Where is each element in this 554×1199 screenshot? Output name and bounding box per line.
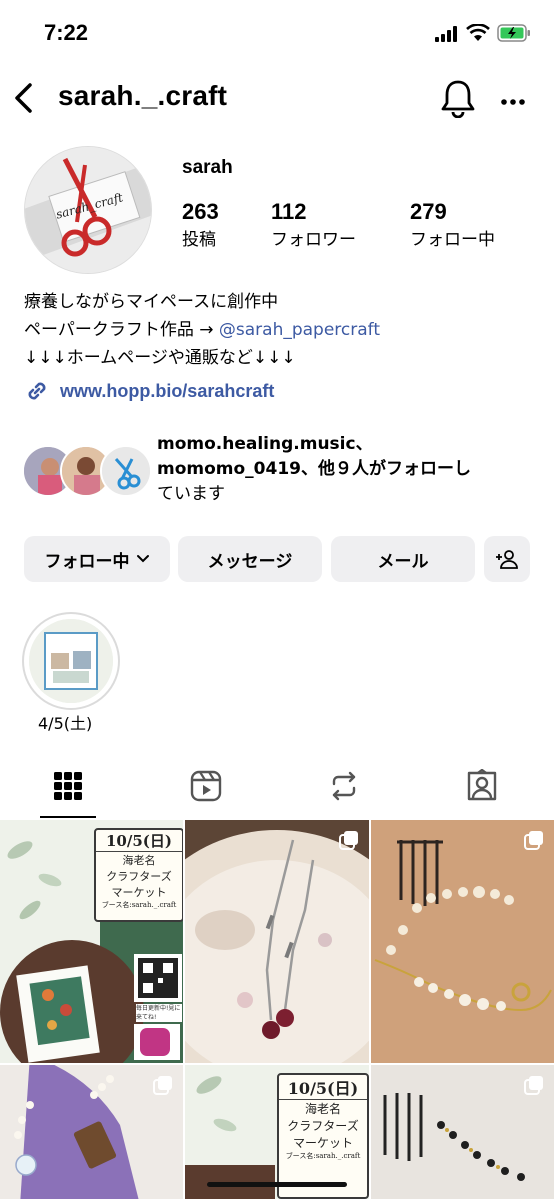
event-name-2: マーケット — [111, 886, 167, 899]
stat-following[interactable]: 279 フォロー中 — [410, 199, 495, 250]
highlight-cover — [29, 619, 113, 703]
highlight-label: 4/5(土) — [38, 714, 93, 733]
mutual-line-2: momomo_0419、他９人がフォローし — [157, 459, 471, 479]
post-thumbnail-event-flyer-2[interactable]: 10/5(日) 海老名 クラフターズ マーケット ブース名:sarah._.cr… — [185, 1065, 369, 1199]
battery-icon — [497, 24, 531, 46]
event-booth: ブース名:sarah._.craft — [101, 901, 177, 909]
signal-icon — [435, 26, 459, 46]
message-button-label: メッセージ — [207, 551, 293, 572]
stat-followers-label: フォロワー — [271, 230, 356, 250]
tab-tagged[interactable] — [462, 766, 502, 806]
reels-icon — [190, 770, 222, 802]
repost-icon — [332, 771, 356, 801]
event-date: 10/5(日) — [96, 830, 182, 852]
event-name-1: クラフターズ — [106, 870, 172, 883]
event-name-1: クラフターズ — [287, 1119, 359, 1133]
multiple-posts-icon — [524, 831, 543, 850]
event-date: 10/5(日) — [279, 1075, 367, 1100]
mail-button[interactable]: メール — [331, 536, 475, 582]
following-button-label: フォロー中 — [44, 551, 130, 572]
more-options-icon[interactable] — [500, 92, 526, 111]
tagged-person-icon — [467, 769, 497, 801]
back-button[interactable] — [10, 82, 40, 114]
stat-followers[interactable]: 112 フォロワー — [271, 199, 356, 250]
multiple-posts-icon — [524, 1076, 543, 1095]
status-time: 7:22 — [44, 20, 89, 45]
post-thumbnail-hair-comb[interactable] — [371, 820, 554, 1063]
tab-reposts[interactable] — [324, 766, 364, 806]
story-highlight[interactable] — [22, 612, 120, 710]
tab-reels[interactable] — [186, 766, 226, 806]
website-url: www.hopp.bio/sarahcraft — [60, 380, 275, 401]
event-booth: ブース名:sarah._.craft — [285, 1152, 361, 1160]
profile-avatar[interactable]: sarah_craft — [24, 146, 152, 274]
multiple-posts-icon — [339, 831, 358, 850]
bio-line-1: 療養しながらマイペースに創作中 — [24, 292, 279, 312]
suggested-users-button[interactable] — [484, 536, 530, 582]
event-name-2: マーケット — [292, 1136, 353, 1150]
stat-posts[interactable]: 263 投稿 — [182, 199, 219, 250]
post-thumbnail-beaded-comb[interactable] — [371, 1065, 554, 1199]
post-thumbnail-purple-bag[interactable] — [0, 1065, 183, 1199]
link-icon — [24, 378, 50, 404]
bio-line-2-prefix: ペーパークラフト作品 → — [24, 320, 219, 340]
add-person-icon — [495, 549, 519, 569]
post-thumbnail-earrings[interactable] — [185, 820, 369, 1063]
mutual-line-1: momo.healing.music、 — [157, 434, 373, 454]
event-flyer-sticker: 10/5(日) 海老名 クラフターズ マーケット ブース名:sarah._.cr… — [94, 828, 183, 922]
stat-posts-value: 263 — [182, 199, 219, 224]
chevron-down-icon — [136, 554, 150, 564]
event-place: 海老名 — [304, 1102, 341, 1116]
bio-line-2: ペーパークラフト作品 → @sarah_papercraft — [24, 318, 380, 342]
bio-line-3: ↓↓↓ホームページや通販など↓↓↓ — [24, 348, 296, 368]
mutual-line-3: ています — [157, 484, 225, 504]
wifi-icon — [466, 23, 490, 46]
message-button[interactable]: メッセージ — [178, 536, 322, 582]
multiple-posts-icon — [153, 1076, 172, 1095]
following-button[interactable]: フォロー中 — [24, 536, 170, 582]
event-flyer-sticker-2: 10/5(日) 海老名 クラフターズ マーケット ブース名:sarah._.cr… — [277, 1073, 369, 1199]
avatar — [100, 445, 152, 497]
home-indicator[interactable] — [207, 1182, 347, 1187]
mutual-followers-avatars[interactable] — [22, 444, 152, 497]
post-thumbnail-event-flyer[interactable]: 10/5(日) 海老名 クラフターズ マーケット ブース名:sarah._.cr… — [0, 820, 183, 1063]
bio-mention-link[interactable]: @sarah_papercraft — [219, 320, 380, 340]
tab-grid[interactable] — [48, 766, 88, 806]
stat-following-value: 279 — [410, 199, 447, 224]
mutual-followers-text[interactable]: momo.healing.music、 momomo_0419、他９人がフォロー… — [157, 432, 471, 507]
tab-grid-indicator — [40, 816, 96, 818]
qr-caption: 毎日更新中!見に来てね! — [136, 1004, 182, 1022]
grid-icon — [54, 772, 82, 800]
profile-username: sarah._.craft — [58, 80, 228, 111]
website-link[interactable]: www.hopp.bio/sarahcraft — [24, 378, 274, 404]
display-name: sarah — [182, 157, 233, 178]
stat-followers-value: 112 — [271, 199, 307, 224]
stat-posts-label: 投稿 — [182, 230, 216, 250]
mail-button-label: メール — [377, 551, 429, 572]
notification-bell-icon[interactable] — [440, 78, 476, 122]
stat-following-label: フォロー中 — [410, 230, 495, 250]
event-place: 海老名 — [122, 854, 156, 867]
